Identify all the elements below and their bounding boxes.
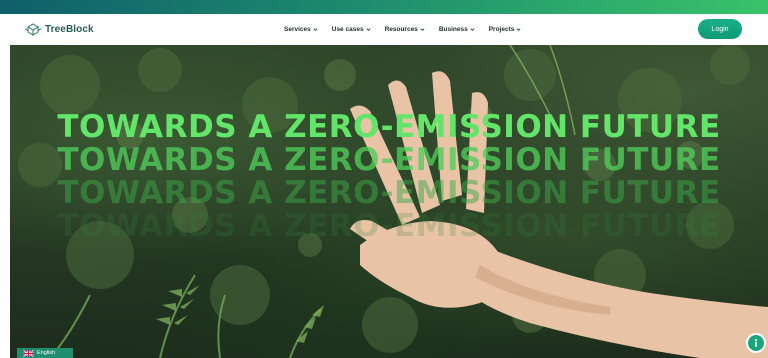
nav-item-label: Resources	[384, 26, 418, 33]
info-icon	[755, 339, 757, 347]
chevron-down-icon	[366, 28, 371, 31]
nav-item-label: Use cases	[331, 26, 364, 33]
hero-headline-echo-1: TOWARDS A ZERO-EMISSION FUTURE	[57, 142, 721, 178]
hero-headline-echo-2: TOWARDS A ZERO-EMISSION FUTURE	[57, 175, 721, 211]
chevron-down-icon	[516, 28, 521, 31]
hero-headline-echo-3: TOWARDS A ZERO-EMISSION FUTURE	[57, 208, 721, 244]
nav-item-label: Business	[438, 26, 468, 33]
chevron-down-icon	[470, 28, 475, 31]
brand-logo[interactable]: TreeBlock	[24, 22, 94, 37]
main-menu: Services Use cases Resources Business Pr…	[284, 14, 521, 45]
nav-item-projects[interactable]: Projects	[489, 26, 522, 33]
language-label: English	[37, 350, 56, 356]
top-navbar: TreeBlock Services Use cases Resources B…	[10, 14, 768, 45]
hero-banner: TOWARDS A ZERO-EMISSION FUTURE TOWARDS A…	[10, 45, 768, 358]
nav-item-use-cases[interactable]: Use cases	[332, 26, 371, 33]
hero-headline: TOWARDS A ZERO-EMISSION FUTURE	[57, 109, 721, 145]
chevron-down-icon	[313, 28, 318, 31]
info-button[interactable]	[746, 333, 766, 353]
chevron-down-icon	[420, 28, 425, 31]
uk-flag-icon	[23, 349, 34, 357]
login-button[interactable]: Login	[698, 19, 742, 39]
nav-item-business[interactable]: Business	[439, 26, 475, 33]
treeblock-logo-icon	[24, 22, 42, 36]
accent-bar-ghost-text	[0, 0, 768, 5]
top-accent-bar	[0, 0, 768, 14]
nav-item-label: Services	[284, 26, 311, 33]
language-selector[interactable]: English	[17, 348, 73, 358]
nav-item-label: Projects	[488, 26, 515, 33]
brand-name: TreeBlock	[45, 24, 94, 35]
nav-item-services[interactable]: Services	[284, 26, 318, 33]
nav-item-resources[interactable]: Resources	[385, 26, 425, 33]
